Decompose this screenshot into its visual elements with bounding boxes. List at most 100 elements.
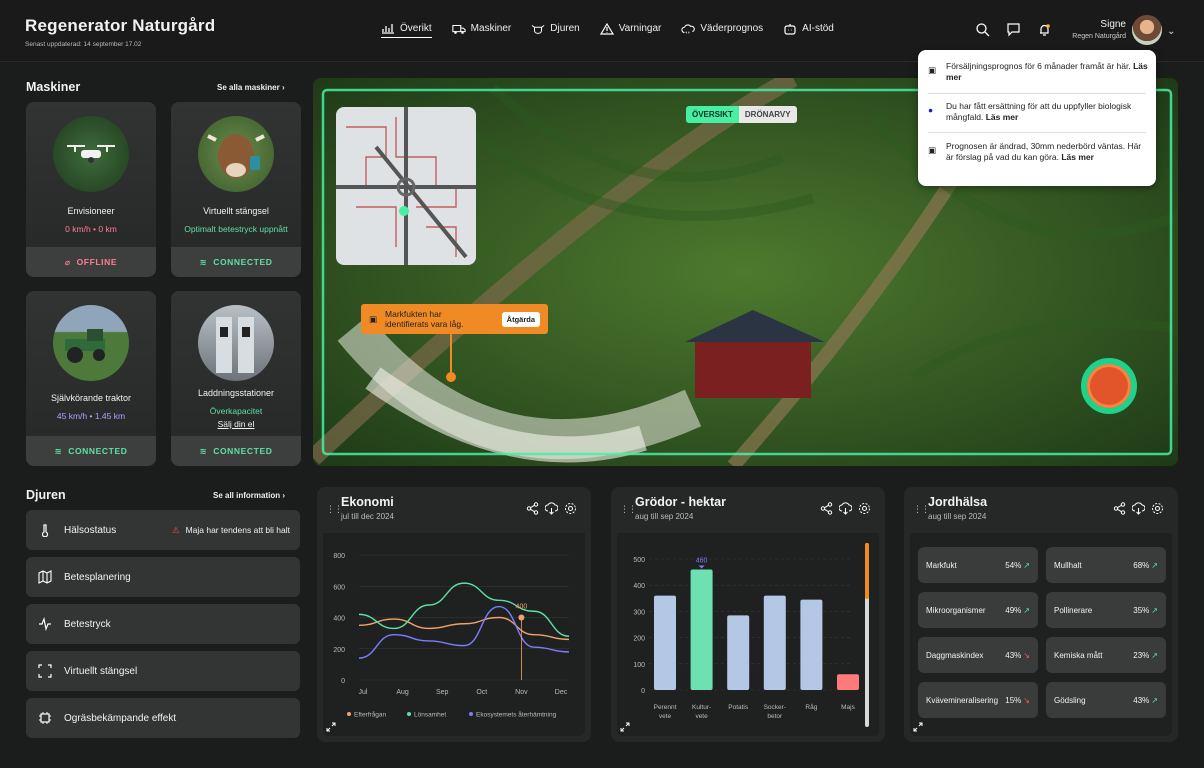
alert-pin <box>450 334 452 374</box>
health-status-row[interactable]: Hälsostatus ⚠ Maja har tendens att bli ha… <box>26 510 300 550</box>
download-icon[interactable] <box>839 502 852 515</box>
gear-icon[interactable] <box>564 502 577 515</box>
legend-marker <box>469 712 473 716</box>
economy-line-chart: 0 200 400 600 800 Jul Aug Sep Oct Nov Dec 400 Efterf… <box>333 553 570 719</box>
nav-machines[interactable]: Maskiner <box>452 22 511 38</box>
soil-metric[interactable]: Markfukt 54% ↗ <box>918 547 1038 583</box>
soil-metric[interactable]: Gödsling 43% ↗ <box>1046 682 1166 718</box>
nav-ai[interactable]: AI-stöd <box>783 22 834 38</box>
bar-value-marker <box>698 565 705 569</box>
gear-icon[interactable] <box>1151 502 1164 515</box>
x-tick-label: Kultur- <box>692 704 711 711</box>
virtual-fence-row[interactable]: Virtuellt stängsel <box>26 651 300 691</box>
notification-item[interactable]: ▣ Prognosen är ändrad, 30mm nederbörd vän… <box>928 141 1150 163</box>
chevron-down-icon[interactable]: ⌄ <box>1167 26 1175 37</box>
mini-map[interactable] <box>336 107 476 265</box>
bell-icon[interactable] <box>1037 22 1052 37</box>
avatar[interactable] <box>1132 15 1162 45</box>
soil-metric[interactable]: Daggmaskindex 43% ↘ <box>918 637 1038 673</box>
trend-up-icon: ↗ <box>1023 560 1030 570</box>
download-icon[interactable] <box>545 502 558 515</box>
expand-icon[interactable] <box>620 722 630 732</box>
grazing-pressure-row[interactable]: Betestryck <box>26 604 300 644</box>
view-toggle: ÖVERSIKT DRÖNARVY <box>686 106 797 123</box>
fix-button[interactable]: Åtgärda <box>501 311 540 327</box>
nav-warnings[interactable]: Varningar <box>599 22 661 38</box>
cow-icon <box>531 24 545 34</box>
y-tick-label: 200 <box>333 647 345 654</box>
nav-animals[interactable]: Djuren <box>531 22 580 38</box>
read-more-link[interactable]: Läs mer <box>986 112 1019 122</box>
expand-icon[interactable] <box>913 722 923 732</box>
drone-image <box>53 116 129 192</box>
sell-power-link[interactable]: Sälj din el <box>171 419 301 429</box>
x-tick-label: Sep <box>436 689 449 696</box>
cow-collar-image <box>198 116 274 192</box>
dot-icon: ● <box>928 105 934 115</box>
machine-card-charging[interactable]: Laddningsstationer Överkapacitet Sälj di… <box>171 291 301 466</box>
soil-panel: ⋮⋮ Jordhälsa aug till sep 2024 Markfukt 5… <box>904 487 1178 742</box>
read-more-link[interactable]: Läs mer <box>1061 152 1094 162</box>
drag-handle-icon[interactable]: ⋮⋮ <box>620 504 637 515</box>
soil-metric[interactable]: Kvävemineralisering 15% ↘ <box>918 682 1038 718</box>
machine-card-tractor[interactable]: Självkörande traktor 45 km/h • 1.45 km ≋… <box>26 291 156 466</box>
wifi-icon: ≋ <box>199 445 208 456</box>
grazing-planning-row[interactable]: Betesplanering <box>26 557 300 597</box>
trend-up-icon: ↗ <box>1151 650 1158 660</box>
wifi-icon: ≋ <box>199 256 208 267</box>
download-icon[interactable] <box>1132 502 1145 515</box>
x-tick-label: Nov <box>515 689 528 696</box>
share-icon[interactable] <box>820 502 833 515</box>
x-tick-label: vete <box>695 713 708 720</box>
share-icon[interactable] <box>1113 502 1126 515</box>
bar <box>800 599 823 690</box>
soil-metric[interactable]: Mikroorganismer 49% ↗ <box>918 592 1038 628</box>
x-tick-label: Majs <box>841 704 855 711</box>
animals-title: Djuren <box>26 488 66 502</box>
moisture-alert: ▣ Markfukten har identifierats vara låg.… <box>361 304 548 334</box>
compass-icon[interactable] <box>1081 358 1137 414</box>
soil-metric[interactable]: Kemiska mått 23% ↗ <box>1046 637 1166 673</box>
see-all-info-link[interactable]: Se all information › <box>213 491 285 500</box>
notification-item[interactable]: ● Du har fått ersättning för att du uppfy… <box>928 101 1150 123</box>
y-tick-label: 400 <box>333 616 345 623</box>
series-line <box>358 605 570 659</box>
map-icon <box>38 570 52 584</box>
main-nav: Överikt Maskiner Djuren Varningar Väderp… <box>381 22 834 38</box>
x-tick-label: Perennt <box>654 704 677 711</box>
chat-icon[interactable] <box>1006 22 1021 37</box>
user-menu[interactable]: Signe Regen Naturgård <box>1066 19 1126 40</box>
cloud-icon <box>681 23 696 33</box>
warning-icon: ⚠ <box>171 524 180 535</box>
scrollbar[interactable] <box>865 543 869 727</box>
drag-handle-icon[interactable]: ⋮⋮ <box>326 504 343 515</box>
wifi-off-icon: ⌀ <box>64 256 71 267</box>
robot-icon: ▣ <box>369 313 378 324</box>
see-all-machines-link[interactable]: Se alla maskiner › <box>217 83 285 92</box>
tab-overview[interactable]: ÖVERSIKT <box>686 106 739 123</box>
search-icon[interactable] <box>975 22 990 37</box>
notification-item[interactable]: ▣ Försäljningsprognos för 6 månader framå… <box>928 61 1150 83</box>
x-tick-label: Aug <box>396 689 409 696</box>
drag-handle-icon[interactable]: ⋮⋮ <box>913 504 930 515</box>
x-tick-label: Jul <box>359 689 368 696</box>
tab-drone-view[interactable]: DRÖNARVY <box>738 106 797 123</box>
x-tick-label: Dec <box>555 689 568 696</box>
expand-icon[interactable] <box>326 722 336 732</box>
machine-card-fence[interactable]: Virtuellt stängsel Optimalt betestryck u… <box>171 102 301 277</box>
legend-label: Ekosystemets återhämtning <box>476 711 557 719</box>
pulse-icon <box>39 617 51 631</box>
bar <box>727 615 750 690</box>
nav-overview[interactable]: Överikt <box>381 22 432 38</box>
y-tick-label: 0 <box>641 688 645 695</box>
y-tick-label: 600 <box>333 584 345 591</box>
soil-metric[interactable]: Pollinerare 35% ↗ <box>1046 592 1166 628</box>
x-tick-label: vete <box>659 713 672 720</box>
weed-control-row[interactable]: Ogräsbekämpande effekt <box>26 698 300 738</box>
gear-icon[interactable] <box>858 502 871 515</box>
nav-weather[interactable]: Väderprognos <box>681 22 763 38</box>
fence-icon <box>38 664 52 678</box>
share-icon[interactable] <box>526 502 539 515</box>
machine-card-drone[interactable]: Envisioneer 0 km/h • 0 km ⌀ OFFLINE <box>26 102 156 277</box>
soil-metric[interactable]: Mullhalt 68% ↗ <box>1046 547 1166 583</box>
